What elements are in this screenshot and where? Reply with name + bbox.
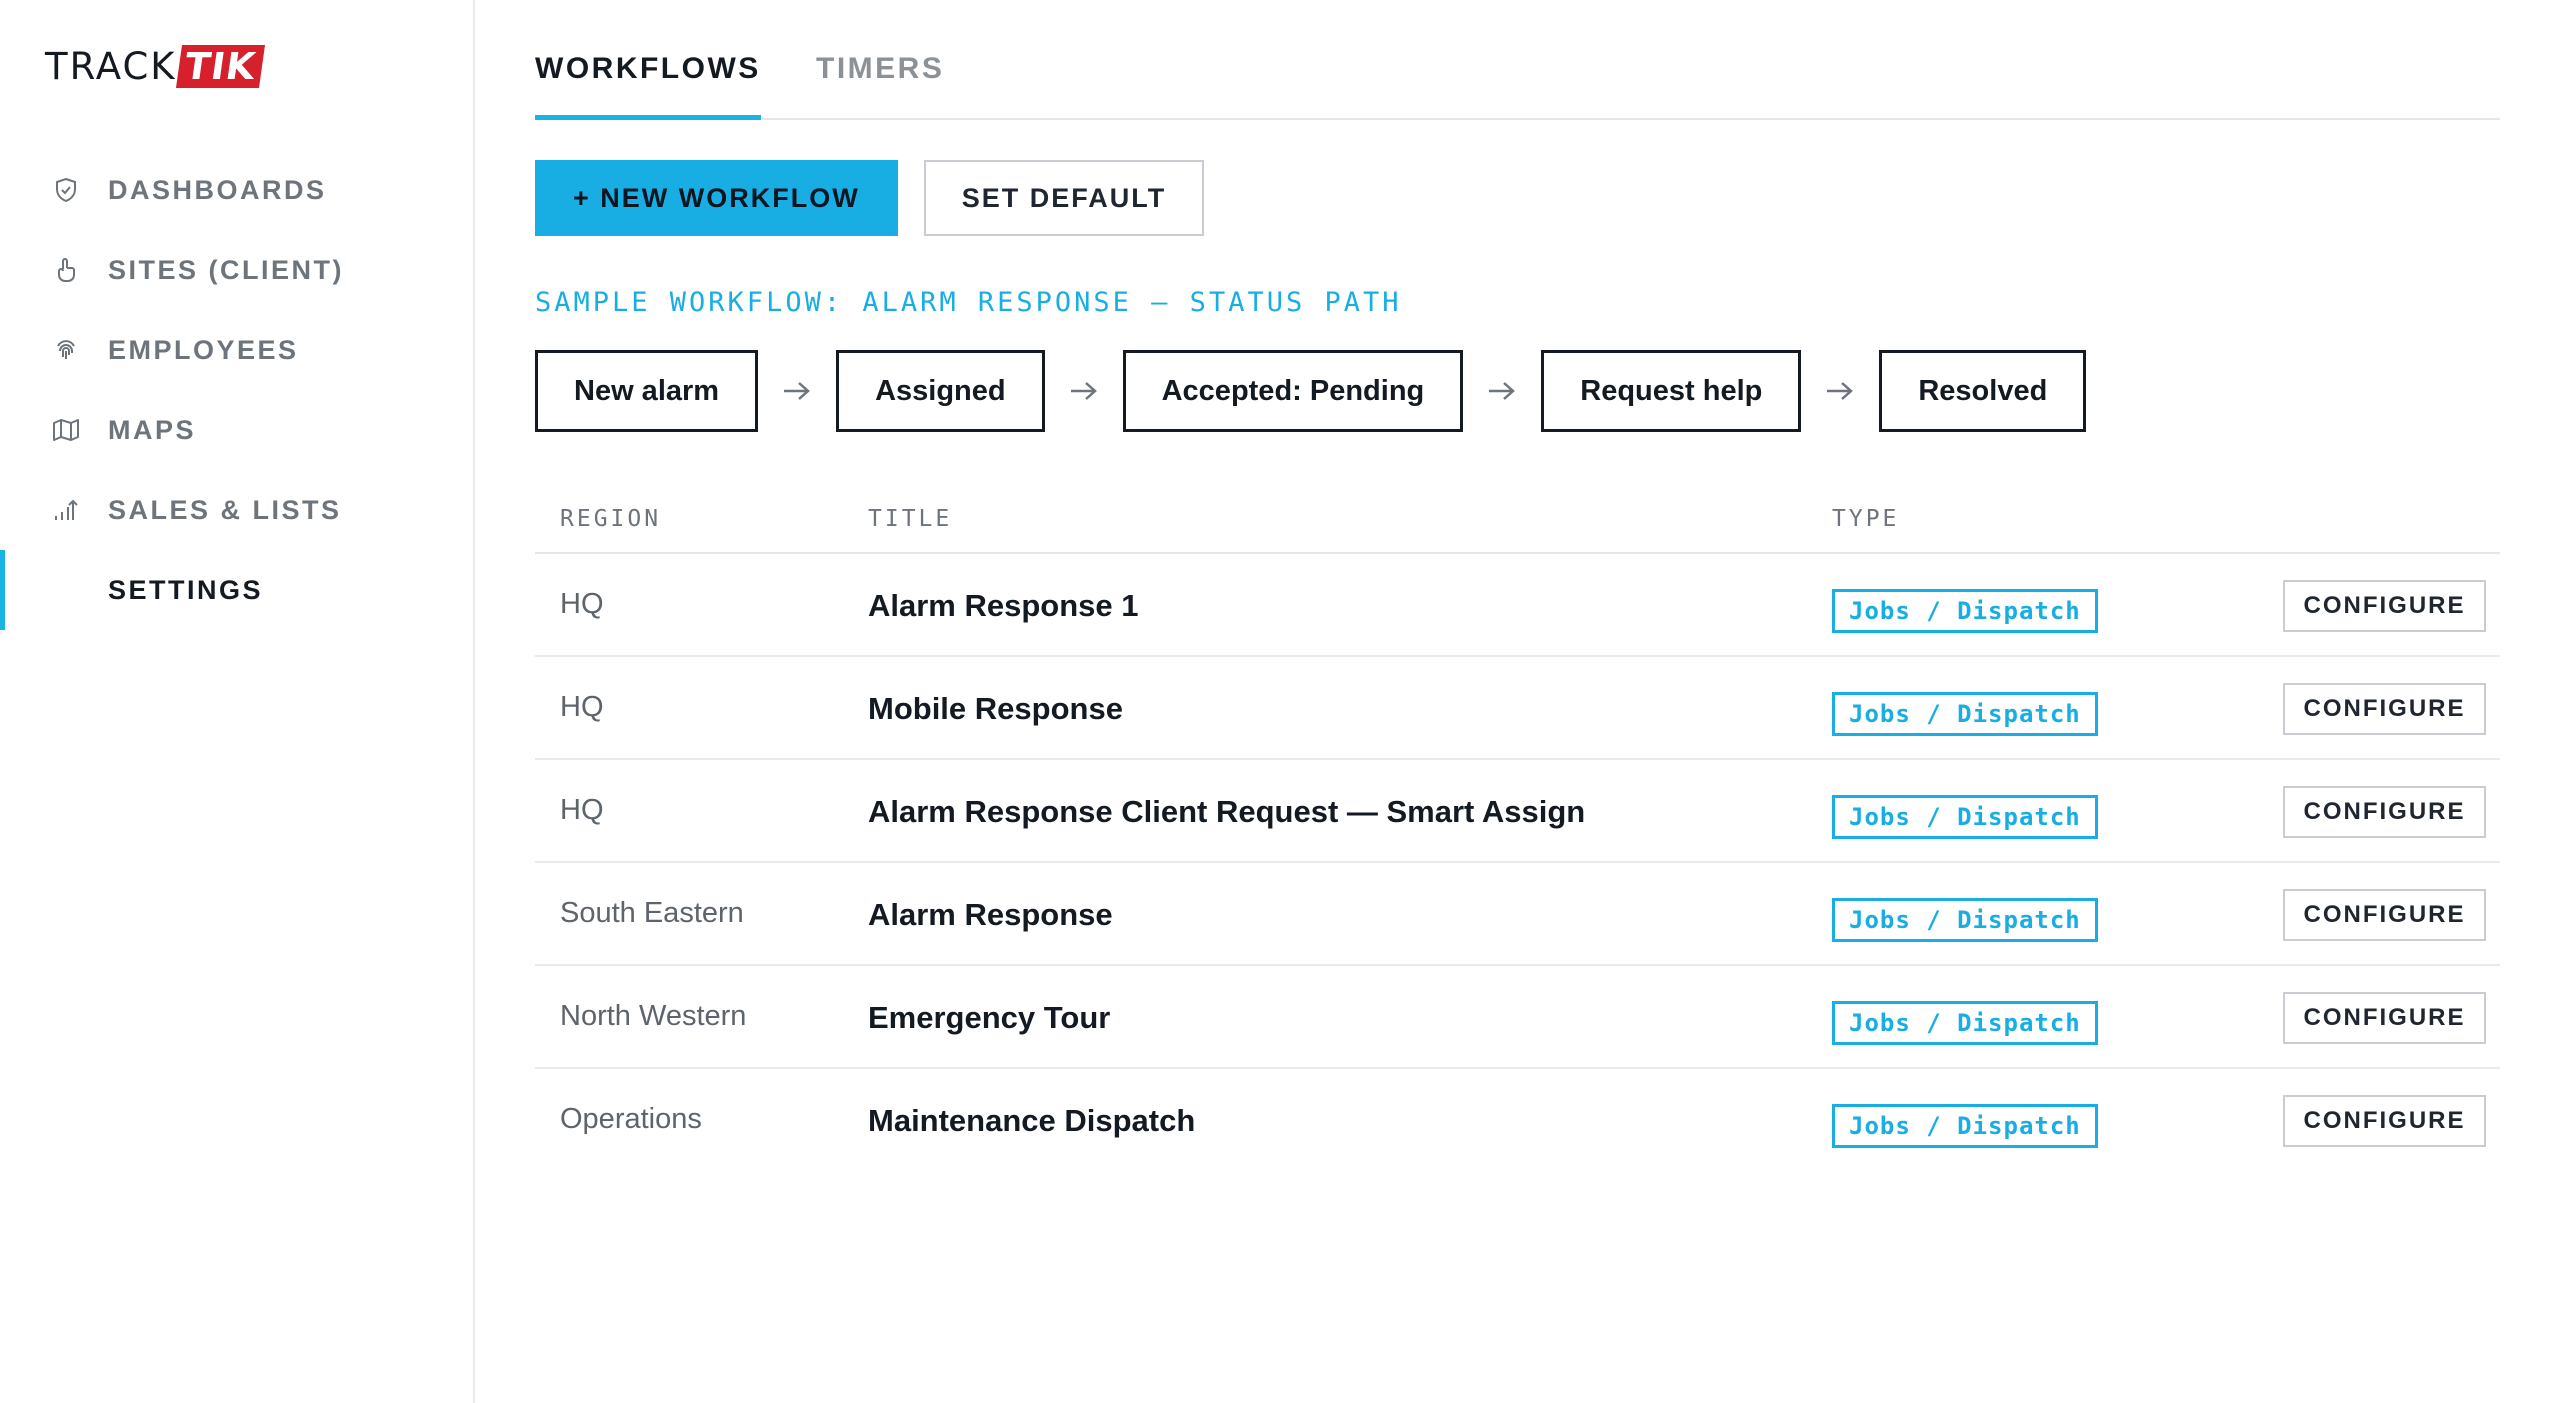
sidebar-nav: DASHBOARDS SITES (CLIENT) EMPLOYEES MAPS… [0,150,475,630]
sidebar-item-label: DASHBOARDS [108,174,327,205]
cell-region: North Western [560,1000,747,1032]
type-badge: Jobs / Dispatch [1832,1104,2098,1148]
chart-up-icon [52,496,80,524]
set-default-button[interactable]: SET DEFAULT [923,160,1205,236]
table-row[interactable]: HQ Alarm Response 1 Jobs / Dispatch CONF… [535,554,2500,657]
cell-title: Alarm Response [868,897,1113,932]
type-badge: Jobs / Dispatch [1832,1001,2098,1045]
sidebar-item-sales-lists[interactable]: SALES & LISTS [0,470,475,550]
configure-button[interactable]: CONFIGURE [2283,889,2486,941]
sidebar-item-label: SITES (CLIENT) [108,254,344,285]
cell-title: Mobile Response [868,691,1123,726]
arrow-right-icon [758,379,836,403]
sidebar-item-maps[interactable]: MAPS [0,390,475,470]
tab-bar: WORKFLOWS TIMERS [535,40,2500,120]
sidebar-item-employees[interactable]: EMPLOYEES [0,310,475,390]
type-badge: Jobs / Dispatch [1832,692,2098,736]
status-step: New alarm [535,350,759,432]
column-header-type[interactable]: TYPE [1832,506,1899,532]
type-badge: Jobs / Dispatch [1832,795,2098,839]
table-row[interactable]: HQ Mobile Response Jobs / Dispatch CONFI… [535,657,2500,760]
arrow-right-icon [1463,379,1541,403]
cell-region: HQ [560,691,604,723]
table-row[interactable]: Operations Maintenance Dispatch Jobs / D… [535,1069,2500,1172]
logo-text-track: TRACK [45,45,177,88]
cell-region: HQ [560,794,604,826]
table-row[interactable]: HQ Alarm Response Client Request — Smart… [535,760,2500,863]
sample-workflow-title: SAMPLE WORKFLOW: ALARM RESPONSE — STATUS… [535,287,1402,318]
configure-button[interactable]: CONFIGURE [2283,683,2486,735]
table-header: REGION TITLE TYPE [535,482,2500,554]
fingerprint-icon [52,336,80,364]
status-path: New alarm Assigned Accepted: Pending Req… [535,350,2087,432]
sidebar-item-label: SALES & LISTS [108,494,342,525]
action-bar: + NEW WORKFLOW SET DEFAULT [535,160,1205,236]
logo-text-tik: TIK [175,45,265,88]
sidebar-item-label: MAPS [108,414,197,445]
cell-title: Maintenance Dispatch [868,1103,1196,1138]
type-badge: Jobs / Dispatch [1832,589,2098,633]
cell-title: Alarm Response 1 [868,588,1139,623]
tracktik-logo[interactable]: TRACK TIK [45,45,265,88]
column-header-title[interactable]: TITLE [868,506,952,532]
type-badge: Jobs / Dispatch [1832,898,2098,942]
sidebar-item-dashboards[interactable]: DASHBOARDS [0,150,475,230]
sidebar: TRACK TIK DASHBOARDS SITES (CLIENT) EMPL… [0,0,475,1403]
configure-button[interactable]: CONFIGURE [2283,992,2486,1044]
status-step: Resolved [1879,350,2087,432]
cell-region: Operations [560,1103,702,1135]
arrow-right-icon [1045,379,1123,403]
new-workflow-button[interactable]: + NEW WORKFLOW [535,160,898,236]
sidebar-item-sites-client[interactable]: SITES (CLIENT) [0,230,475,310]
tab-timers[interactable]: TIMERS [816,52,944,120]
table-row[interactable]: North Western Emergency Tour Jobs / Disp… [535,966,2500,1069]
column-header-region[interactable]: REGION [560,506,661,532]
cell-region: HQ [560,588,604,620]
status-step: Accepted: Pending [1122,350,1464,432]
sidebar-item-label: EMPLOYEES [108,334,299,365]
sidebar-item-label: SETTINGS [108,574,264,605]
status-step: Assigned [836,350,1045,432]
status-step: Request help [1541,350,1802,432]
configure-button[interactable]: CONFIGURE [2283,786,2486,838]
configure-button[interactable]: CONFIGURE [2283,580,2486,632]
sidebar-item-settings[interactable]: SETTINGS [0,550,475,630]
tab-workflows[interactable]: WORKFLOWS [535,52,761,120]
cell-region: South Eastern [560,897,744,929]
arrow-right-icon [1801,379,1879,403]
workflows-table: REGION TITLE TYPE HQ Alarm Response 1 Jo… [535,482,2500,1172]
cell-title: Alarm Response Client Request — Smart As… [868,794,1586,829]
cell-title: Emergency Tour [868,1000,1111,1035]
configure-button[interactable]: CONFIGURE [2283,1095,2486,1147]
hand-icon [52,256,80,284]
shield-icon [52,176,80,204]
map-icon [52,416,80,444]
table-row[interactable]: South Eastern Alarm Response Jobs / Disp… [535,863,2500,966]
